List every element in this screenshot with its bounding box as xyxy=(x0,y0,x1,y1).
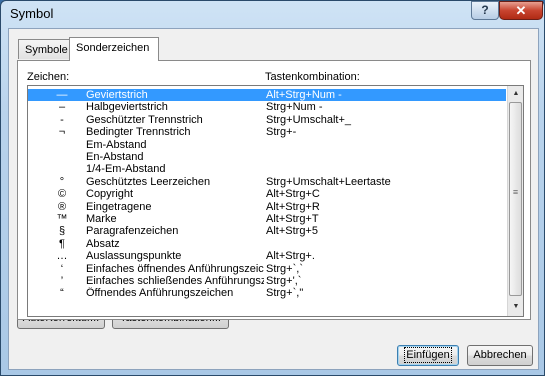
dialog-body: Symbole Sonderzeichen Zeichen: Tastenkom… xyxy=(8,28,539,370)
list-item-shortcut: Strg+',` xyxy=(266,275,302,287)
list-item[interactable]: ™ Marke Alt+Strg+T xyxy=(28,213,506,225)
list-item[interactable]: ® Eingetragene Alt+Strg+R xyxy=(28,201,506,213)
close-button[interactable]: ✕ xyxy=(499,1,543,20)
list-item-shortcut: Strg+Umschalt+Leertaste xyxy=(266,175,391,188)
list-item-symbol: ’ xyxy=(60,275,64,287)
list-item[interactable]: Em-Abstand xyxy=(28,139,506,151)
list-item[interactable]: En-Abstand xyxy=(28,151,506,163)
scroll-down-icon[interactable]: ▼ xyxy=(509,300,523,314)
list-item-symbol: § xyxy=(58,225,66,238)
list-item[interactable]: ‘ Einfaches öffnendes Anführungszeich… Str… xyxy=(28,263,506,275)
list-item-shortcut: Strg+Num - xyxy=(266,101,323,114)
list-item[interactable]: ¬ Bedingter Trennstrich Strg+- xyxy=(28,126,506,138)
list-item-name: Geschützter Trennstrich xyxy=(86,113,203,126)
tab-sonderzeichen-label: Sonderzeichen xyxy=(76,42,150,54)
list-item-symbol: — xyxy=(56,89,68,101)
special-characters-list[interactable]: — Geviertstrich Alt+Strg+Num - – Halbgeviert… xyxy=(27,85,524,317)
list-item[interactable]: ° Geschütztes Leerzeichen Strg+Umschalt+Le… xyxy=(28,176,506,188)
insert-button[interactable]: Einfügen xyxy=(397,345,459,366)
list-item-name: Em-Abstand xyxy=(86,138,147,151)
list-item-shortcut: Alt+Strg+T xyxy=(266,213,319,225)
list-item-symbol: © xyxy=(57,188,67,201)
tab-symbole-label: Symbole xyxy=(25,44,68,56)
title-bar[interactable]: Symbol ? ✕ xyxy=(1,1,544,27)
list-item-shortcut: Alt+Strg+R xyxy=(266,200,320,213)
list-item-shortcut: Alt+Strg+5 xyxy=(266,225,318,238)
symbol-dialog: Symbol ? ✕ Symbole Sonderzeichen Zeichen… xyxy=(0,0,545,376)
list-item-symbol: … xyxy=(56,250,68,263)
list-item-name: Copyright xyxy=(86,188,134,201)
list-item-name: 1/4-Em-Abstand xyxy=(86,163,166,176)
list-item-name: En-Abstand xyxy=(86,151,144,163)
scroll-up-icon[interactable]: ▲ xyxy=(509,87,523,101)
list-item-name: Marke xyxy=(86,213,117,225)
scrollbar-thumb[interactable]: ≡ xyxy=(509,102,522,296)
window-title: Symbol xyxy=(10,6,54,21)
list-item-shortcut: Strg+`," xyxy=(266,287,304,300)
list-item[interactable]: – Halbgeviertstrich Strg+Num - xyxy=(28,101,506,113)
list-item-name: Eingetragene xyxy=(86,200,152,213)
list-item-symbol: “ xyxy=(60,287,64,300)
list-item-name: Geschütztes Leerzeichen xyxy=(86,175,211,188)
list-item-symbol: ° xyxy=(59,175,65,188)
special-characters-panel: Zeichen: Tastenkombination: — Geviertstri… xyxy=(17,60,531,320)
list-item-name: Auslassungspunkte xyxy=(86,250,182,263)
column-header-symbol: Zeichen: xyxy=(27,71,70,83)
list-item-name: Absatz xyxy=(86,237,120,250)
list-item[interactable]: ¶ Absatz xyxy=(28,238,506,250)
close-icon: ✕ xyxy=(515,3,527,18)
list-item-shortcut: Alt+Strg+. xyxy=(266,250,315,263)
list-item-symbol: ™ xyxy=(56,213,68,225)
list-item-symbol: ‘ xyxy=(60,262,64,275)
list-item[interactable]: 1/4-Em-Abstand xyxy=(28,163,506,175)
list-item-name: Bedingter Trennstrich xyxy=(86,126,191,139)
help-icon: ? xyxy=(481,3,489,17)
list-item[interactable]: — Geviertstrich Alt+Strg+Num - xyxy=(28,89,506,101)
list-item[interactable]: “ Öffnendes Anführungszeichen Strg+`," xyxy=(28,287,506,299)
list-item-shortcut: Strg+- xyxy=(266,126,297,139)
list-item-symbol: ¬ xyxy=(58,126,66,139)
vertical-scrollbar[interactable]: ▲ ≡ ▼ xyxy=(507,86,523,316)
cancel-button[interactable]: Abbrechen xyxy=(467,345,533,366)
list-item[interactable]: ’ Einfaches schließendes Anführungszei…St… xyxy=(28,275,506,287)
list-item[interactable]: - Geschützter Trennstrich Strg+Umschalt+_ xyxy=(28,114,506,126)
cancel-button-label: Abbrechen xyxy=(473,349,527,361)
list-item-symbol: ¶ xyxy=(59,237,65,250)
list-item-name: Einfaches öffnendes Anführungszeich… xyxy=(86,262,264,275)
tab-symbole[interactable]: Symbole xyxy=(18,39,70,59)
insert-button-label: Einfügen xyxy=(404,347,452,363)
column-header-shortcut: Tastenkombination: xyxy=(265,71,360,83)
tab-sonderzeichen[interactable]: Sonderzeichen xyxy=(69,37,159,61)
help-button[interactable]: ? xyxy=(471,1,499,20)
list-item[interactable]: § Paragrafenzeichen Alt+Strg+5 xyxy=(28,225,506,237)
list-item[interactable]: © Copyright Alt+Strg+C xyxy=(28,188,506,200)
list-item-shortcut: Strg+Umschalt+_ xyxy=(266,113,351,126)
list-item-name: Paragrafenzeichen xyxy=(86,225,179,238)
scroll-grip-icon: ≡ xyxy=(512,187,519,197)
list-item-name: Öffnendes Anführungszeichen xyxy=(86,287,234,300)
list-item-symbol: – xyxy=(58,101,66,114)
list-item-shortcut: Alt+Strg+Num - xyxy=(266,89,342,101)
list-item-shortcut: Strg+`,` xyxy=(266,262,303,275)
list-item-name: Geviertstrich xyxy=(86,89,148,101)
list-item-shortcut: Alt+Strg+C xyxy=(266,188,320,201)
list-item-name: Halbgeviertstrich xyxy=(86,101,168,114)
list-item-name: Einfaches schließendes Anführungszei… xyxy=(86,275,264,287)
list-item-symbol: ® xyxy=(57,200,67,213)
list-item-symbol: - xyxy=(60,113,64,126)
list-item[interactable]: … Auslassungspunkte Alt+Strg+. xyxy=(28,250,506,262)
